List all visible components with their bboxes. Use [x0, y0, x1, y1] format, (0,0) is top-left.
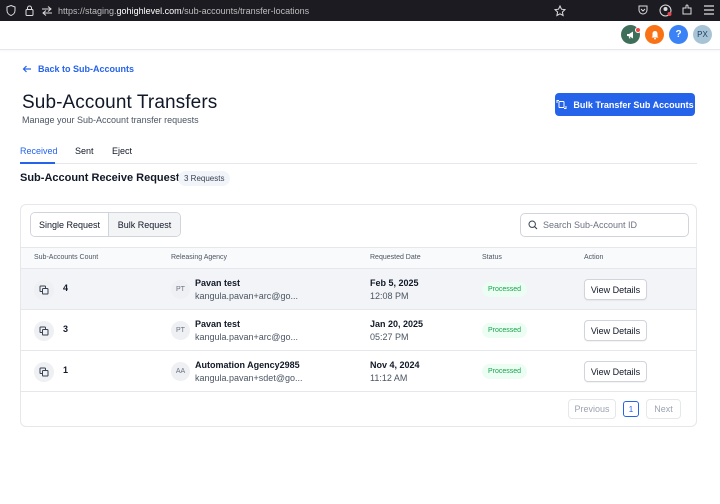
requested-time: 05:27 PM — [370, 332, 409, 342]
arrow-left-icon — [22, 65, 31, 73]
active-tab-indicator — [20, 162, 55, 164]
view-details-button[interactable]: View Details — [584, 320, 647, 341]
status-badge: Processed — [482, 282, 528, 297]
next-page-button[interactable]: Next — [646, 399, 681, 419]
transfer-tabs: Received Sent Eject — [20, 143, 697, 164]
page-subtitle: Manage your Sub-Account transfer request… — [22, 115, 199, 125]
notification-dot — [635, 27, 641, 33]
bulk-transfer-button[interactable]: Bulk Transfer Sub Accounts — [555, 93, 695, 116]
copy-icon — [34, 321, 54, 341]
help-button[interactable]: ? — [669, 25, 688, 44]
extensions-icon[interactable] — [680, 3, 694, 17]
agency-avatar: PT — [171, 321, 190, 340]
view-details-button[interactable]: View Details — [584, 279, 647, 300]
view-details-button[interactable]: View Details — [584, 361, 647, 382]
tab-sent[interactable]: Sent — [75, 146, 94, 156]
agency-name: Pavan test — [195, 278, 241, 288]
requested-time: 12:08 PM — [370, 291, 409, 301]
requested-date: Feb 5, 2025 — [370, 278, 419, 288]
requested-date: Nov 4, 2024 — [370, 360, 420, 370]
sub-accounts-count: 1 — [63, 365, 69, 375]
sub-accounts-count: 4 — [63, 283, 69, 293]
section-title: Sub-Account Receive Requests — [20, 172, 186, 184]
tab-eject[interactable]: Eject — [112, 146, 132, 156]
bell-icon — [651, 30, 658, 39]
table-header: Sub-Accounts Count Releasing Agency Requ… — [21, 247, 696, 269]
announcements-button[interactable] — [621, 25, 641, 44]
megaphone-icon — [626, 31, 633, 39]
account-icon[interactable] — [658, 3, 672, 17]
permissions-icon[interactable] — [40, 4, 54, 18]
page-number-button[interactable]: 1 — [623, 401, 639, 417]
menu-icon[interactable] — [702, 3, 716, 17]
app-header: ? PX — [0, 21, 720, 50]
url-domain: gohighlevel.com — [116, 5, 182, 16]
table-row: 4 PT Pavan test kangula.pavan+arc@go... … — [21, 269, 696, 310]
user-avatar[interactable]: PX — [693, 25, 712, 44]
agency-email: kangula.pavan+sdet@go... — [195, 373, 303, 383]
address-bar[interactable]: https://staging.gohighlevel.com/sub-acco… — [58, 6, 309, 16]
column-header-status: Status — [482, 254, 502, 261]
browser-toolbar: https://staging.gohighlevel.com/sub-acco… — [0, 0, 720, 21]
pocket-icon[interactable] — [636, 3, 650, 17]
table-row: 3 PT Pavan test kangula.pavan+arc@go... … — [21, 310, 696, 351]
column-header-agency: Releasing Agency — [171, 254, 228, 261]
avatar-initials: PX — [697, 30, 708, 39]
agency-email: kangula.pavan+arc@go... — [195, 332, 298, 342]
search-icon — [528, 220, 538, 230]
transfer-icon — [556, 100, 567, 109]
shield-icon — [4, 4, 18, 18]
search-input[interactable] — [543, 220, 683, 230]
agency-email: kangula.pavan+arc@go... — [195, 291, 298, 301]
sub-accounts-count: 3 — [63, 324, 69, 334]
bulk-request-toggle[interactable]: Bulk Request — [109, 213, 180, 236]
back-to-sub-accounts-link[interactable]: Back to Sub-Accounts — [22, 64, 134, 74]
agency-avatar: AA — [171, 362, 190, 381]
single-request-toggle[interactable]: Single Request — [31, 213, 109, 236]
column-header-count: Sub-Accounts Count — [34, 254, 99, 261]
column-header-action: Action — [584, 254, 604, 261]
lock-icon — [22, 4, 36, 18]
requested-time: 11:12 AM — [370, 373, 408, 383]
previous-page-button[interactable]: Previous — [568, 399, 616, 419]
search-box — [520, 213, 689, 237]
back-label: Back to Sub-Accounts — [38, 64, 135, 74]
help-icon: ? — [675, 29, 682, 40]
bookmark-star-icon[interactable] — [553, 4, 567, 18]
copy-icon — [34, 362, 54, 382]
copy-icon — [34, 280, 54, 300]
tab-received[interactable]: Received — [20, 146, 58, 156]
page-title: Sub-Account Transfers — [22, 92, 218, 113]
status-badge: Processed — [482, 364, 528, 379]
requested-date: Jan 20, 2025 — [370, 319, 424, 329]
agency-name: Pavan test — [195, 319, 241, 329]
requests-card: Single Request Bulk Request Sub-Accounts… — [20, 204, 697, 427]
notifications-button[interactable] — [645, 25, 664, 44]
table-row: 1 AA Automation Agency2985 kangula.pavan… — [21, 351, 696, 392]
agency-avatar: PT — [171, 280, 190, 299]
agency-name: Automation Agency2985 — [195, 360, 300, 370]
request-type-toggle: Single Request Bulk Request — [30, 212, 181, 237]
status-badge: Processed — [482, 323, 528, 338]
bulk-transfer-label: Bulk Transfer Sub Accounts — [573, 99, 694, 110]
column-header-date: Requested Date — [370, 254, 421, 261]
requests-count-badge: 3 Requests — [178, 171, 231, 186]
